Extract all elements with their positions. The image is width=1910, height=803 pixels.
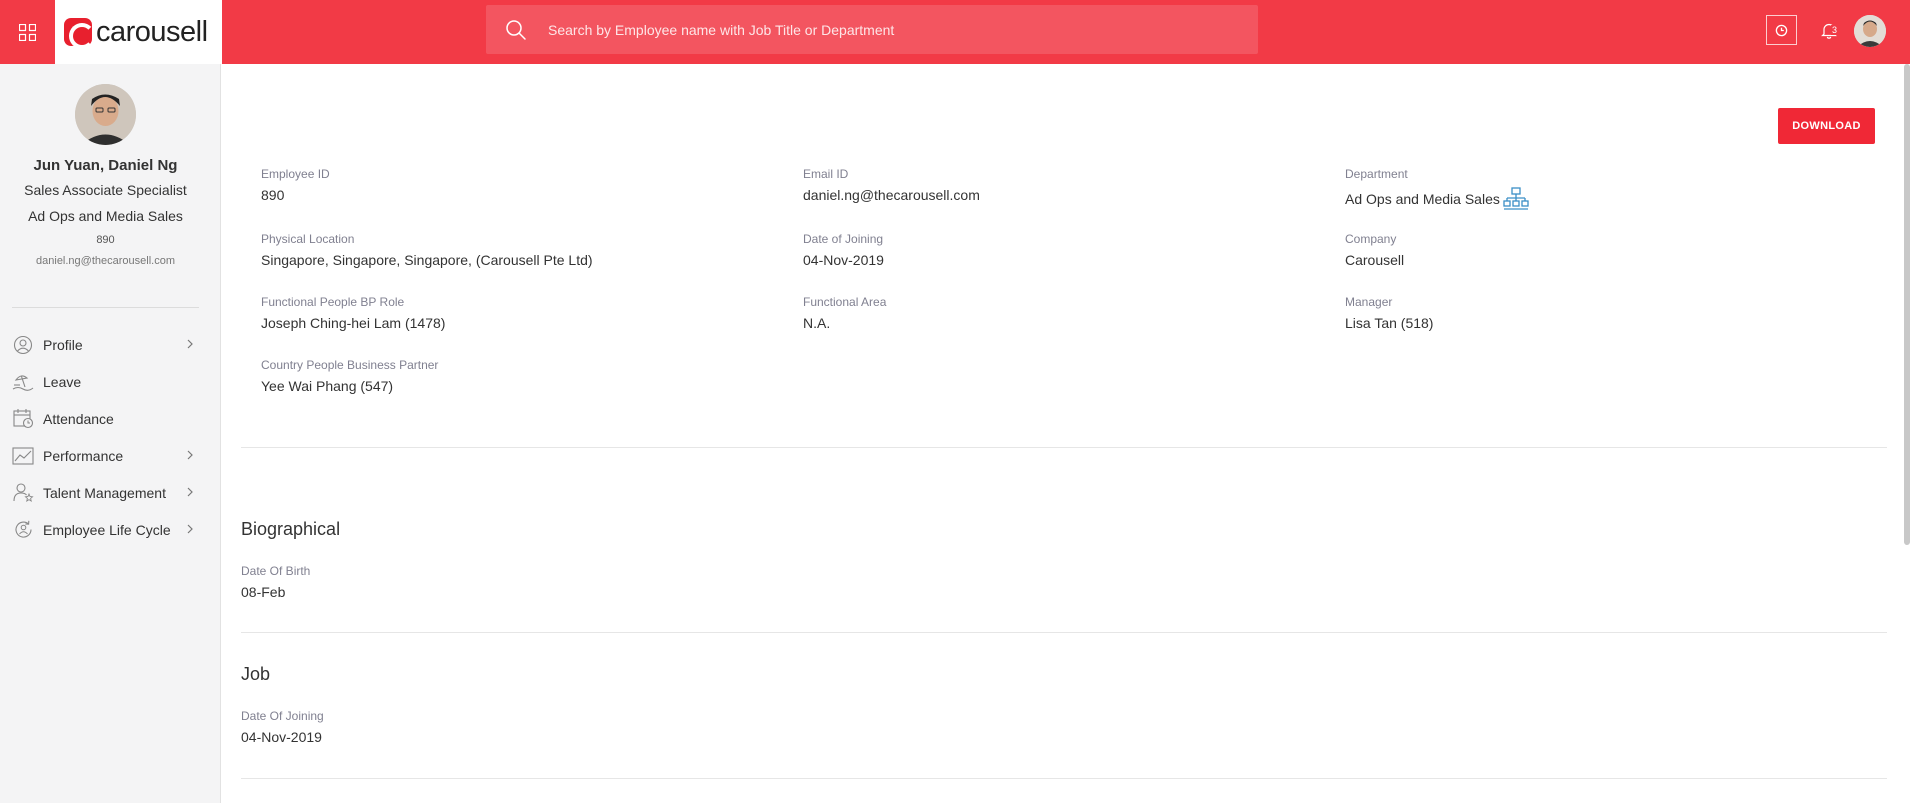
download-button[interactable]: DOWNLOAD — [1778, 108, 1875, 144]
lifecycle-icon — [12, 519, 34, 541]
search-input[interactable] — [546, 20, 1258, 39]
field-functional-people-bp-role: Functional People BP Role Joseph Ching-h… — [261, 295, 445, 331]
field-value: 04-Nov-2019 — [803, 252, 884, 268]
field-label: Functional Area — [803, 295, 887, 309]
employee-job-title: Sales Associate Specialist — [24, 182, 187, 198]
chart-line-icon — [12, 445, 34, 467]
employee-id: 890 — [96, 234, 115, 246]
main-content: DOWNLOAD Employee ID 890 Email ID daniel… — [221, 64, 1910, 803]
search-bar — [486, 5, 1258, 54]
field-value: Singapore, Singapore, Singapore, (Carous… — [261, 252, 593, 268]
field-value: Lisa Tan (518) — [1345, 315, 1434, 331]
field-label: Department — [1345, 167, 1408, 181]
chevron-right-icon — [187, 487, 193, 497]
field-email-id: Email ID daniel.ng@thecarousell.com — [803, 167, 980, 203]
section-divider — [241, 778, 1887, 779]
field-label: Email ID — [803, 167, 849, 181]
sidebar-item-leave[interactable]: Leave — [0, 363, 211, 400]
sidebar-item-label: Profile — [43, 336, 83, 353]
person-star-icon — [12, 482, 34, 504]
field-label: Functional People BP Role — [261, 295, 405, 309]
field-date-of-joining: Date of Joining 04-Nov-2019 — [803, 232, 884, 268]
section-title-biographical: Biographical — [241, 519, 341, 539]
sidebar-item-label: Attendance — [43, 410, 114, 427]
apps-grid-button[interactable] — [0, 0, 55, 64]
sidebar-item-performance[interactable]: Performance — [0, 437, 211, 474]
beach-icon — [12, 371, 34, 393]
field-functional-area: Functional Area N.A. — [803, 295, 886, 331]
header-user-avatar[interactable] — [1854, 15, 1886, 47]
sidebar-item-label: Talent Management — [43, 484, 166, 501]
field-value: Joseph Ching-hei Lam (1478) — [261, 315, 446, 331]
field-value: Yee Wai Phang (547) — [261, 378, 394, 394]
notification-count-badge: 3 — [1831, 25, 1839, 35]
top-header: carousell 3 — [0, 0, 1910, 64]
field-manager: Manager Lisa Tan (518) — [1345, 295, 1433, 331]
field-value: Carousell — [1345, 252, 1405, 268]
user-avatar-icon — [1854, 15, 1886, 47]
field-country-people-business-partner: Country People Business Partner Yee Wai … — [261, 358, 438, 394]
notifications-button[interactable]: 3 — [1815, 16, 1843, 44]
search-icon — [506, 19, 526, 40]
clock-button[interactable] — [1766, 15, 1797, 45]
field-physical-location: Physical Location Singapore, Singapore, … — [261, 232, 593, 268]
employee-department: Ad Ops and Media Sales — [28, 208, 183, 224]
field-value: N.A. — [803, 315, 831, 331]
carousell-logo-icon — [64, 18, 95, 49]
section-divider — [241, 447, 1887, 448]
vertical-scrollbar[interactable] — [1904, 64, 1910, 545]
field-label: Company — [1345, 232, 1397, 246]
sidebar-item-profile[interactable]: Profile — [0, 326, 211, 363]
user-circle-icon — [12, 334, 34, 356]
sidebar-item-talent-management[interactable]: Talent Management — [0, 474, 211, 511]
employee-name: Jun Yuan, Daniel Ng — [33, 157, 178, 174]
logo-text: carousell — [96, 16, 208, 48]
field-label: Date Of Joining — [241, 709, 324, 723]
chevron-right-icon — [187, 450, 193, 460]
field-value: 04-Nov-2019 — [241, 729, 322, 745]
sidebar-item-label: Employee Life Cycle — [43, 521, 171, 538]
chevron-right-icon — [187, 524, 193, 534]
field-label: Manager — [1345, 295, 1393, 309]
field-value: 890 — [261, 187, 285, 203]
field-job-date-of-joining: Date Of Joining 04-Nov-2019 — [241, 709, 324, 745]
field-date-of-birth: Date Of Birth 08-Feb — [241, 564, 310, 600]
field-employee-id: Employee ID 890 — [261, 167, 330, 203]
field-label: Date of Joining — [803, 232, 884, 246]
field-department: Department Ad Ops and Media Sales — [1345, 167, 1529, 211]
sidebar-item-label: Leave — [43, 373, 82, 390]
sidebar-nav: Profile Leave Attendance Performance Tal… — [0, 326, 211, 548]
field-label: Employee ID — [261, 167, 330, 181]
field-value: daniel.ng@thecarousell.com — [803, 187, 980, 203]
sidebar-item-attendance[interactable]: Attendance — [0, 400, 211, 437]
field-value: 08-Feb — [241, 584, 286, 600]
field-label: Country People Business Partner — [261, 358, 439, 372]
carousell-logo[interactable]: carousell — [55, 0, 222, 64]
profile-avatar — [75, 84, 136, 145]
profile-photo-icon — [75, 84, 136, 145]
employee-email: daniel.ng@thecarousell.com — [36, 255, 175, 267]
sidebar-item-employee-life-cycle[interactable]: Employee Life Cycle — [0, 511, 211, 548]
sidebar-item-label: Performance — [43, 447, 124, 464]
field-label: Date Of Birth — [241, 564, 311, 578]
section-divider — [241, 632, 1887, 633]
apps-grid-icon — [19, 23, 36, 41]
calendar-clock-icon — [12, 408, 34, 430]
field-label: Physical Location — [261, 232, 355, 246]
org-chart-icon[interactable] — [1503, 187, 1529, 211]
field-value: Ad Ops and Media Sales — [1345, 191, 1500, 207]
section-title-job: Job — [241, 664, 271, 684]
sidebar-divider — [12, 307, 199, 308]
clock-icon — [1775, 24, 1788, 36]
left-sidebar: Jun Yuan, Daniel Ng Sales Associate Spec… — [0, 64, 221, 803]
field-company: Company Carousell — [1345, 232, 1404, 268]
chevron-right-icon — [187, 339, 193, 349]
